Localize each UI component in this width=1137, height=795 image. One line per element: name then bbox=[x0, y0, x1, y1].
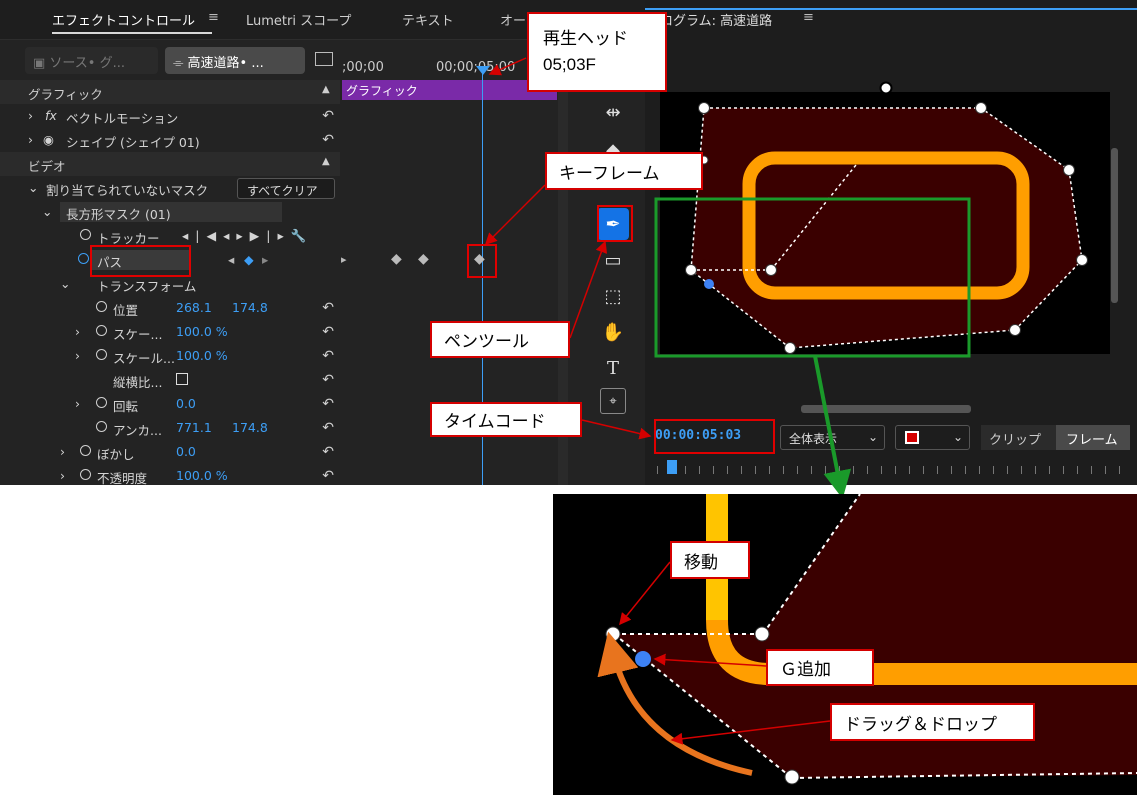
zoom-arrow bbox=[813, 355, 852, 499]
keyframe-highlight bbox=[467, 244, 497, 278]
callout-playhead-line2: 05;03F bbox=[543, 55, 596, 74]
callout-pen: ペンツール bbox=[430, 321, 570, 358]
callout-drag: ドラッグ＆ドロップ bbox=[830, 703, 1035, 741]
path-highlight bbox=[90, 245, 191, 277]
callout-keyframe: キーフレーム bbox=[545, 152, 703, 190]
callout-add: Ｇ追加 bbox=[766, 649, 874, 686]
timecode-highlight bbox=[654, 419, 775, 454]
pen-highlight bbox=[597, 205, 633, 242]
zoom-vertex bbox=[605, 626, 621, 642]
callout-playhead-line1: 再生ヘッド bbox=[543, 29, 628, 48]
callout-timecode: タイムコード bbox=[430, 402, 582, 437]
screenshot-root: エフェクトコントロール ≡ Lumetri スコープ テキスト オー ▣ ソース… bbox=[0, 0, 1137, 795]
zoom-vertex bbox=[754, 626, 770, 642]
rotate-handle bbox=[879, 81, 893, 95]
new-vertex bbox=[704, 279, 714, 289]
zoom-new-vertex bbox=[635, 651, 651, 667]
zoom-vertex bbox=[784, 769, 800, 785]
callout-playhead: 再生ヘッド 05;03F bbox=[527, 12, 667, 92]
callout-move: 移動 bbox=[670, 541, 750, 579]
overlay-graphics bbox=[484, 57, 1137, 795]
